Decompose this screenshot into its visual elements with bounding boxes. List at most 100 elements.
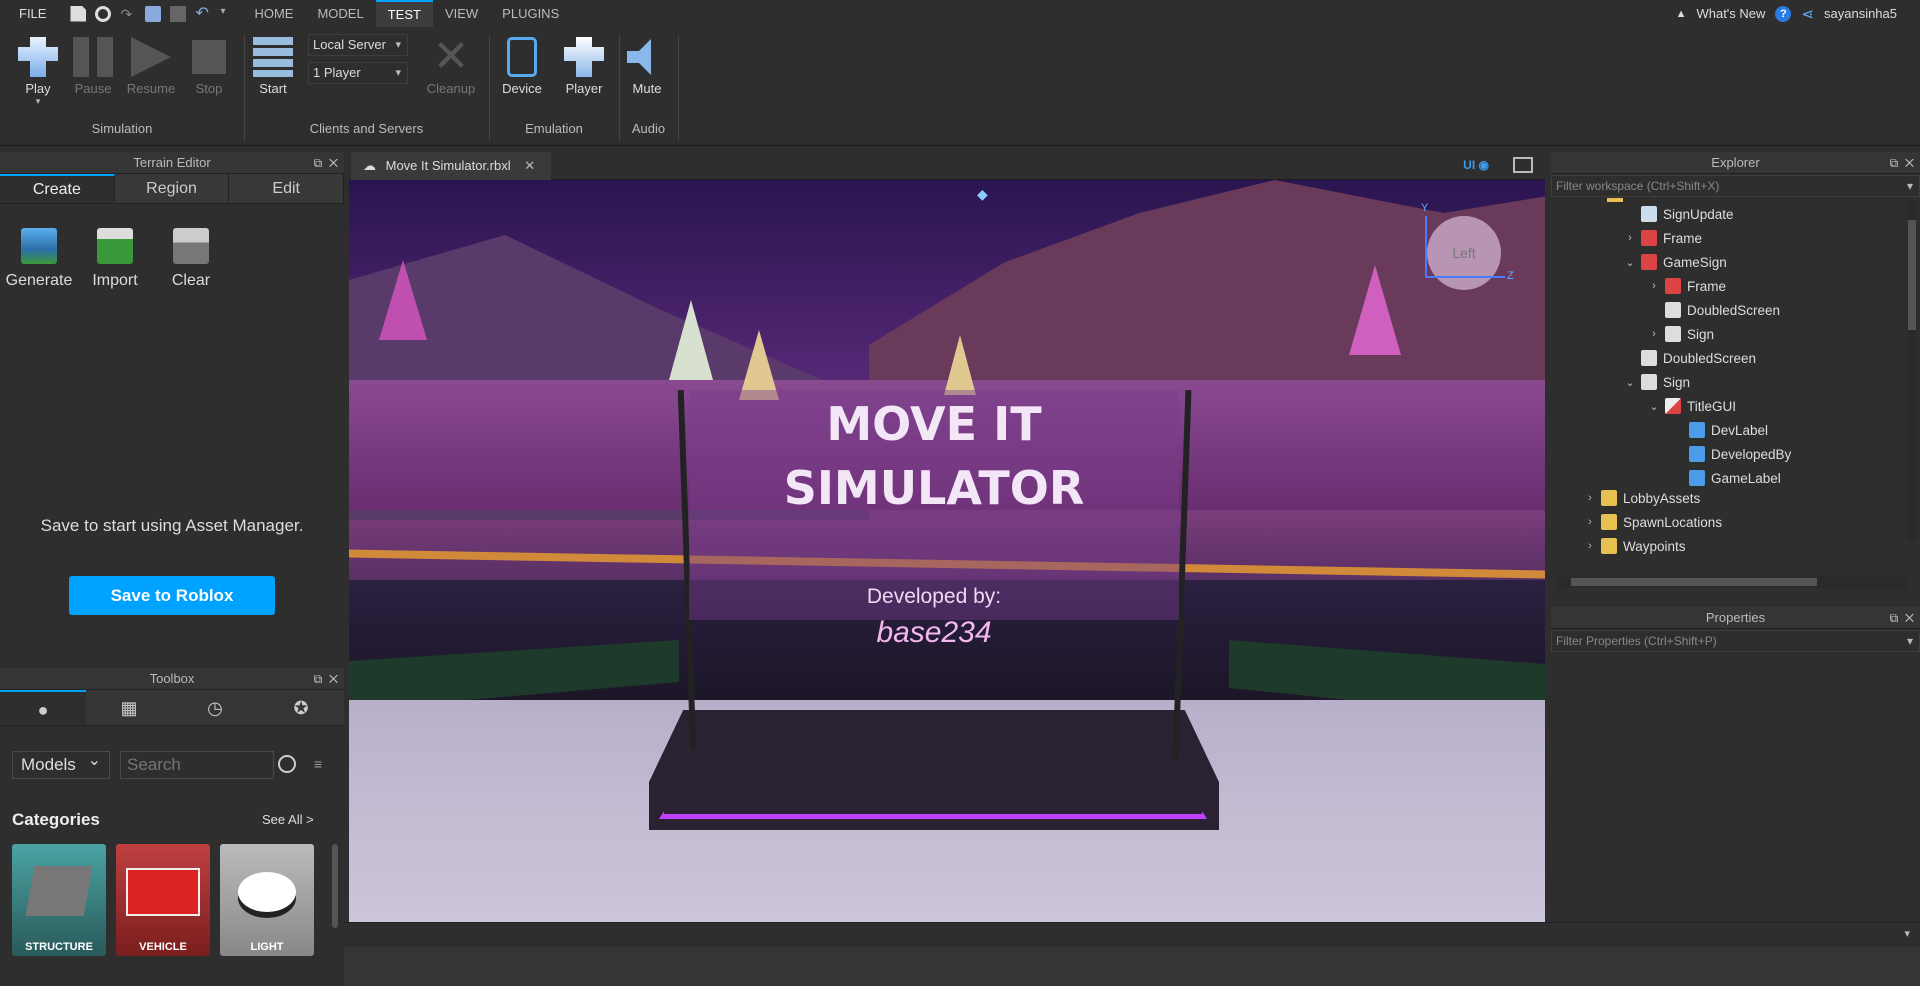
redo-arrow-icon[interactable]: ↷ [120, 6, 136, 22]
tree-item[interactable]: ⌄ TitleGUI [1649, 396, 1736, 416]
toolbox-scrollbar[interactable] [332, 844, 338, 928]
tree-item[interactable]: SignUpdate [1625, 204, 1734, 224]
undock-icon[interactable]: ⧉ [314, 156, 323, 170]
mute-button[interactable]: Mute [619, 31, 675, 96]
username[interactable]: sayansinha5 [1824, 6, 1897, 21]
tree-arrow[interactable]: › [1585, 516, 1595, 528]
save-to-roblox-button[interactable]: Save to Roblox [69, 576, 275, 615]
tree-item[interactable]: › Frame [1649, 276, 1726, 296]
group-label-simulation: Simulation [91, 121, 153, 136]
tree-item[interactable]: › Frame [1625, 228, 1702, 248]
gui-icon [1665, 398, 1681, 414]
undock-icon[interactable]: ⧉ [314, 672, 323, 686]
tree-item[interactable]: ⌄ GameSign [1625, 252, 1727, 272]
tree-item[interactable]: DevLabel [1673, 420, 1768, 440]
help-icon[interactable]: ? [1775, 5, 1792, 22]
cleanup-button[interactable]: ✕ Cleanup [422, 31, 480, 97]
stop-button[interactable]: Stop [181, 31, 237, 96]
tab-view[interactable]: VIEW [433, 0, 490, 27]
close-icon[interactable]: ✕ [1905, 611, 1914, 625]
properties-filter-input[interactable]: Filter Properties (Ctrl+Shift+P) [1551, 630, 1920, 652]
import-tool[interactable]: Import [80, 228, 150, 290]
see-all-link[interactable]: See All > [262, 812, 314, 827]
tree-arrow[interactable]: › [1585, 492, 1595, 504]
close-icon[interactable]: ✕ [329, 672, 338, 686]
search-icon[interactable] [278, 755, 296, 773]
tree-item[interactable]: GameLabel [1673, 468, 1781, 488]
tree-item[interactable]: DoubledScreen [1649, 300, 1780, 320]
share-icon[interactable]: ⋖ [1801, 5, 1814, 23]
tree-arrow[interactable]: ⌄ [1625, 256, 1635, 269]
filter-sliders-icon[interactable]: ≡ [314, 756, 322, 772]
pause-button[interactable]: Pause [65, 31, 121, 96]
undo-icon[interactable]: ↶ [195, 5, 211, 22]
inventory-grid-icon[interactable]: ▦ [86, 690, 172, 725]
generate-tool[interactable]: Generate [4, 228, 74, 290]
undock-icon[interactable]: ⧉ [1890, 611, 1899, 625]
tree-item[interactable]: › SpawnLocations [1585, 512, 1722, 532]
whats-new-link[interactable]: What's New [1696, 6, 1765, 21]
category-vehicle[interactable]: VEHICLE [116, 844, 210, 956]
ui-visibility-toggle[interactable]: UI ◉ [1463, 158, 1489, 172]
tree-arrow[interactable]: ⌄ [1649, 400, 1659, 413]
tree-item[interactable]: › Waypoints [1585, 536, 1686, 556]
tab-edit[interactable]: Edit [229, 174, 345, 203]
top-right-area: ▲ What's New ? ⋖ sayansinha5 [1676, 0, 1920, 27]
3d-viewport[interactable]: ◆ MOVE IT SIMULATOR Developed by: base23… [349, 180, 1545, 922]
tree-item[interactable]: DevelopedBy [1673, 444, 1791, 464]
toolbox-search-input[interactable] [120, 751, 274, 779]
player-button[interactable]: Player [556, 31, 612, 96]
tree-item[interactable]: › LobbyAssets [1585, 488, 1700, 508]
explorer-filter-input[interactable]: Filter workspace (Ctrl+Shift+X) [1551, 175, 1920, 197]
tree-item[interactable]: ⌄ Sign [1625, 372, 1690, 392]
close-icon[interactable]: ✕ [1905, 156, 1914, 170]
server-select[interactable]: Local Server [308, 34, 408, 56]
category-structure[interactable]: STRUCTURE [12, 844, 106, 956]
stop-square-icon[interactable] [170, 5, 187, 22]
creations-lightbulb-icon[interactable]: ✪ [258, 690, 344, 725]
binoculars-icon[interactable] [95, 5, 112, 22]
player-count-select[interactable]: 1 Player [308, 62, 408, 84]
tree-item[interactable]: DoubledScreen [1625, 348, 1756, 368]
mute-speaker-icon [627, 39, 651, 75]
play-button[interactable]: Play ▾ [10, 31, 66, 107]
puzzle-plugin-icon[interactable] [145, 5, 162, 22]
close-tab-icon[interactable]: ✕ [524, 158, 535, 173]
separator [678, 35, 679, 141]
category-select[interactable]: Models [12, 748, 110, 779]
tree-arrow[interactable]: › [1649, 328, 1659, 340]
category-light[interactable]: LIGHT [220, 844, 314, 956]
marketplace-bag-icon[interactable]: ● [0, 690, 86, 725]
tree-item[interactable]: › Sign [1649, 324, 1714, 344]
quick-access-dropdown-icon[interactable]: ▾ [220, 6, 228, 22]
tab-model[interactable]: MODEL [305, 0, 375, 27]
view-cube[interactable]: Left [1427, 216, 1501, 290]
undock-icon[interactable]: ⧉ [1890, 156, 1899, 170]
device-button[interactable]: Device [494, 31, 550, 96]
scrollbar-thumb[interactable] [1571, 578, 1817, 586]
play-dropdown-icon[interactable]: ▾ [10, 96, 66, 107]
tree-arrow[interactable]: ⌄ [1625, 376, 1635, 389]
tree-arrow[interactable]: › [1649, 280, 1659, 292]
tree-arrow[interactable]: › [1585, 540, 1595, 552]
resume-button[interactable]: Resume [123, 31, 179, 96]
tree-arrow[interactable]: › [1625, 232, 1635, 244]
explorer-vertical-scrollbar[interactable] [1907, 200, 1917, 540]
tab-region[interactable]: Region [114, 174, 230, 203]
tab-create[interactable]: Create [0, 174, 115, 203]
start-button[interactable]: Start [245, 31, 301, 96]
tab-home[interactable]: HOME [242, 0, 305, 27]
fullscreen-icon[interactable] [1513, 157, 1533, 173]
document-tab[interactable]: ☁ Move It Simulator.rbxl ✕ [351, 152, 551, 180]
tab-test[interactable]: TEST [375, 0, 433, 27]
close-icon[interactable]: ✕ [329, 156, 338, 170]
file-menu[interactable]: FILE [0, 6, 56, 21]
collapse-ribbon-icon[interactable]: ▲ [1676, 8, 1687, 20]
clear-tool[interactable]: Clear [156, 228, 226, 290]
scrollbar-thumb[interactable] [1908, 220, 1916, 330]
tab-plugins[interactable]: PLUGINS [490, 0, 571, 27]
new-file-icon[interactable] [70, 5, 87, 22]
recent-clock-icon[interactable]: ◷ [172, 690, 258, 725]
explorer-horizontal-scrollbar[interactable] [1557, 576, 1907, 588]
status-dropdown-icon[interactable]: ▾ [1904, 927, 1910, 940]
